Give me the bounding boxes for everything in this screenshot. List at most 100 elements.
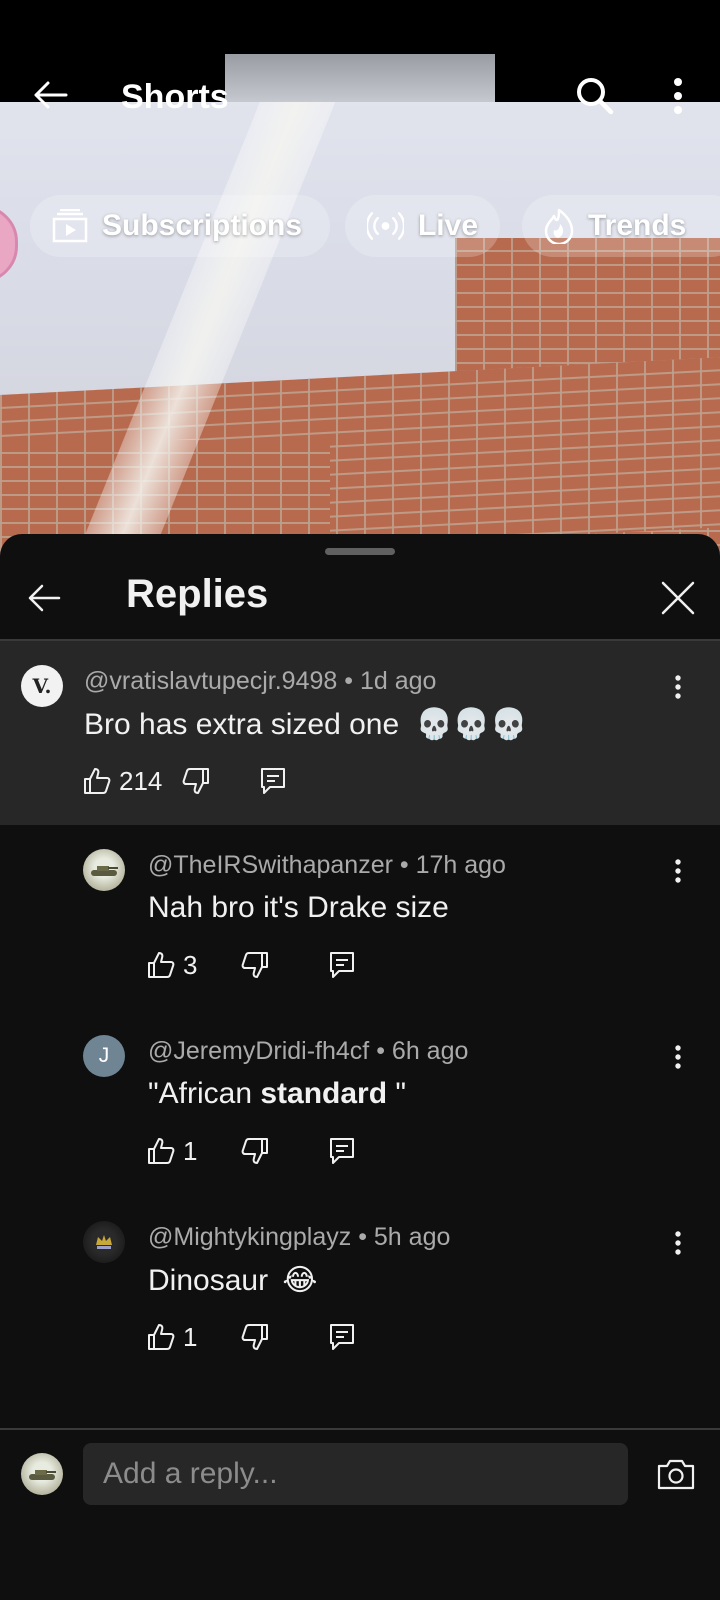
comment-time: 1d ago xyxy=(359,667,437,695)
thumbs-down-icon xyxy=(242,952,269,978)
like-button[interactable]: 1 xyxy=(147,1136,197,1167)
search-button[interactable] xyxy=(565,70,625,122)
reply-icon xyxy=(330,1324,355,1350)
reply-icon xyxy=(330,952,355,978)
like-button[interactable]: 1 xyxy=(147,1322,197,1353)
comment-text: "African standard " xyxy=(148,1077,406,1111)
tank-avatar-icon xyxy=(29,1470,56,1480)
skull-emoji: 💀💀💀 xyxy=(415,708,528,741)
video-thumbnail-strip xyxy=(225,54,495,102)
comment-bold: standard xyxy=(260,1077,388,1110)
subscriptions-icon xyxy=(52,209,88,243)
comment-body: Bro has extra sized one xyxy=(84,708,400,741)
avatar[interactable]: J xyxy=(83,1035,125,1077)
comment-actions: 3 xyxy=(147,945,355,985)
comment-actions: 1 xyxy=(147,1131,355,1171)
thumbs-down-icon xyxy=(242,1324,269,1350)
divider xyxy=(0,1428,720,1430)
thumbs-down-icon xyxy=(183,768,210,794)
thumbs-up-icon xyxy=(148,1324,175,1350)
avatar[interactable] xyxy=(83,849,125,891)
comment-time: 17h ago xyxy=(415,851,506,879)
comment-author[interactable]: @Mightykingplayz xyxy=(148,1223,351,1251)
chip-live[interactable]: Live xyxy=(345,195,500,257)
comment-body-end: " xyxy=(387,1077,407,1110)
arrow-left-icon xyxy=(34,81,68,109)
camera-icon xyxy=(657,1459,695,1490)
sheet-title: Replies xyxy=(126,572,269,616)
reply-button[interactable] xyxy=(260,767,286,795)
thumbs-up-icon xyxy=(148,952,175,978)
close-button[interactable] xyxy=(648,568,708,628)
like-count: 1 xyxy=(183,1135,198,1166)
reply-item: @TheIRSwithapanzer • 17h ago Nah bro it'… xyxy=(0,825,720,1011)
comment-actions: 1 xyxy=(147,1317,355,1357)
comment-more-button[interactable] xyxy=(663,667,693,707)
like-count: 214 xyxy=(119,765,163,796)
like-button[interactable]: 214 xyxy=(83,766,162,797)
thumbs-up-icon xyxy=(148,1138,175,1164)
comment-more-button[interactable] xyxy=(663,1223,693,1263)
sheet-back-button[interactable] xyxy=(12,568,76,628)
search-icon xyxy=(577,78,614,115)
comment-author[interactable]: @JeremyDridi-fh4cf xyxy=(148,1037,369,1065)
comment-time: 6h ago xyxy=(391,1037,469,1065)
comment-body: "African xyxy=(148,1077,261,1110)
drag-handle[interactable] xyxy=(325,548,395,555)
comment-meta: @Mightykingplayz • 5h ago xyxy=(148,1223,450,1252)
thumbs-down-icon xyxy=(242,1138,269,1164)
more-options-button[interactable] xyxy=(648,70,708,122)
reply-input[interactable] xyxy=(83,1443,628,1505)
more-vertical-icon xyxy=(675,675,681,699)
more-vertical-icon xyxy=(675,1045,681,1069)
meta-separator: • xyxy=(344,667,360,695)
meta-separator: • xyxy=(376,1037,392,1065)
reply-button[interactable] xyxy=(329,951,355,979)
comment-meta: @vratislavtupecjr.9498 • 1d ago xyxy=(84,667,436,696)
replies-sheet: Replies V. @vratislavtupecjr.9498 • 1d a… xyxy=(0,534,720,1600)
avatar-letter: V. xyxy=(32,674,52,698)
comment-author[interactable]: @TheIRSwithapanzer xyxy=(148,851,393,879)
chip-label: Trends xyxy=(588,209,687,242)
avatar[interactable] xyxy=(83,1221,125,1263)
chip-subscriptions[interactable]: Subscriptions xyxy=(30,195,330,257)
meta-separator: • xyxy=(358,1223,374,1251)
parent-comment: V. @vratislavtupecjr.9498 • 1d ago Bro h… xyxy=(0,641,720,825)
camera-button[interactable] xyxy=(648,1448,704,1500)
dislike-button[interactable] xyxy=(241,1137,269,1165)
comment-more-button[interactable] xyxy=(663,1037,693,1077)
like-count: 3 xyxy=(183,949,198,980)
my-avatar xyxy=(21,1453,63,1495)
more-vertical-icon xyxy=(674,78,682,114)
comment-actions: 214 xyxy=(83,761,286,801)
dislike-button[interactable] xyxy=(182,767,210,795)
page-title: Shorts xyxy=(121,78,229,116)
reply-icon xyxy=(261,768,286,794)
chip-label: Subscriptions xyxy=(102,209,303,242)
avatar[interactable]: V. xyxy=(21,665,63,707)
back-button[interactable] xyxy=(20,70,80,120)
reply-button[interactable] xyxy=(329,1137,355,1165)
comment-time: 5h ago xyxy=(373,1223,451,1251)
reply-button[interactable] xyxy=(329,1323,355,1351)
tank-avatar-icon xyxy=(91,866,118,876)
dislike-button[interactable] xyxy=(241,1323,269,1351)
thumbs-up-icon xyxy=(84,768,111,794)
chip-trends[interactable]: Trends xyxy=(522,195,720,257)
trends-icon xyxy=(544,208,574,244)
avatar-letter: J xyxy=(98,1044,110,1067)
like-button[interactable]: 3 xyxy=(147,950,197,981)
reply-icon xyxy=(330,1138,355,1164)
comment-text: Nah bro it's Drake size xyxy=(148,891,449,924)
comment-meta: @TheIRSwithapanzer • 17h ago xyxy=(148,851,506,880)
comment-author[interactable]: @vratislavtupecjr.9498 xyxy=(84,667,337,695)
laughing-emoji: 😂 xyxy=(282,1264,318,1297)
comment-text: Bro has extra sized one 💀💀💀 xyxy=(84,707,528,742)
like-count: 1 xyxy=(183,1321,198,1352)
comment-more-button[interactable] xyxy=(663,851,693,891)
more-vertical-icon xyxy=(675,1231,681,1255)
live-icon xyxy=(367,212,404,240)
dislike-button[interactable] xyxy=(241,951,269,979)
crown-logo-icon xyxy=(96,1235,112,1249)
close-icon xyxy=(661,581,695,615)
